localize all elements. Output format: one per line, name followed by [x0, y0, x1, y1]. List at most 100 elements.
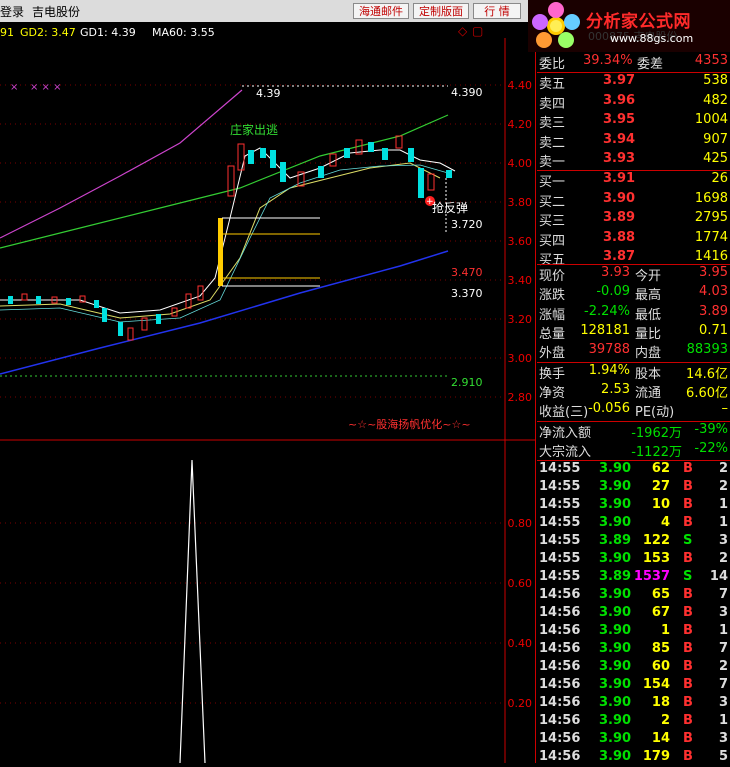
stat-value: 39788 [588, 342, 630, 358]
kline-chart[interactable]: × × × × + [0, 38, 535, 763]
tick-count: 1 [718, 623, 728, 638]
buy-price: 3.91 [603, 171, 636, 186]
high-price-label: 4.39 [256, 87, 281, 100]
market-button[interactable]: 行 情 [473, 3, 521, 19]
sell-price: 3.97 [603, 73, 636, 88]
tick-price: 3.90 [599, 551, 632, 566]
tick-count: 7 [718, 587, 728, 602]
mail-button[interactable]: 海通邮件 [353, 3, 409, 19]
tick-side: B [683, 659, 693, 674]
tick-row[interactable]: 14:55 3.89 122 S 3 [537, 533, 730, 551]
tick-count: 1 [718, 497, 728, 512]
gd1-line [0, 89, 243, 239]
tick-time: 14:56 [539, 605, 581, 620]
buy-price: 3.89 [603, 210, 636, 225]
buy-label: 买三 [539, 214, 566, 229]
fund-label: 换手 [539, 367, 566, 382]
sell-row[interactable]: 卖一 3.93 425 [537, 151, 730, 170]
tick-volume: 67 [651, 605, 670, 620]
buy-volume: 1416 [694, 249, 728, 264]
tick-row[interactable]: 14:56 3.90 179 B 5 [537, 749, 730, 767]
diamond-icon[interactable]: ◇ [458, 24, 467, 38]
line-4390-label: 4.390 [451, 86, 483, 99]
sell-price: 3.95 [603, 112, 636, 127]
fund-label: 收益(三) [539, 405, 589, 420]
buy-row[interactable]: 买三 3.89 2795 [537, 210, 730, 229]
tick-side: B [683, 677, 693, 692]
sell-price: 3.94 [603, 131, 636, 147]
tick-row[interactable]: 14:56 3.90 65 B 7 [537, 587, 730, 605]
tick-row[interactable]: 14:55 3.90 10 B 1 [537, 497, 730, 515]
tick-time: 14:55 [539, 479, 581, 494]
restore-icon[interactable]: ▢ [472, 24, 483, 38]
stat-label: 总量 [539, 326, 566, 342]
fund-value: 1.94% [588, 363, 630, 378]
sell-row[interactable]: 卖三 3.95 1004 [537, 112, 730, 131]
tick-row[interactable]: 14:55 3.90 4 B 1 [537, 515, 730, 533]
flow-percent: -39% [694, 422, 728, 437]
flow-row: 净流入额 -1962万 -39% [537, 422, 730, 441]
buy-row[interactable]: 买四 3.88 1774 [537, 229, 730, 249]
sell-label: 卖三 [539, 116, 566, 131]
x-markers: × [10, 82, 18, 93]
tick-price: 3.90 [599, 695, 632, 710]
tick-time: 14:56 [539, 749, 581, 764]
tick-price: 3.89 [599, 533, 632, 548]
stat-label: 内盘 [635, 346, 662, 362]
tick-count: 2 [718, 461, 728, 476]
stat-value: 3.89 [699, 303, 728, 319]
stat-row: 外盘 39788 内盘 88393 [537, 342, 730, 362]
tick-row[interactable]: 14:56 3.90 18 B 3 [537, 695, 730, 713]
site-logo: 000875 吉电股份 分析家公式网 www.88gs.com [528, 0, 730, 52]
tick-side: B [683, 713, 693, 728]
stat-value: 3.95 [699, 265, 728, 280]
tick-row[interactable]: 14:56 3.90 2 B 1 [537, 713, 730, 731]
tick-volume: 65 [651, 587, 670, 602]
fund-value: – [721, 401, 729, 416]
login-link[interactable]: 登录 [0, 3, 24, 20]
tick-row[interactable]: 14:55 3.90 153 B 2 [537, 551, 730, 569]
sell-label: 卖五 [539, 77, 566, 92]
tick-row[interactable]: 14:55 3.89 1537 S 14 [537, 569, 730, 587]
fund-label: 流通 [635, 386, 662, 401]
buy-price: 3.90 [603, 190, 636, 206]
panel-separator [535, 52, 536, 763]
tick-price: 3.90 [599, 713, 632, 728]
fund-row: 收益(三) -0.056 PE(动) – [537, 401, 730, 420]
ma-green-line [0, 114, 449, 249]
tick-row[interactable]: 14:56 3.90 85 B 7 [537, 641, 730, 659]
layout-button[interactable]: 定制版面 [413, 3, 469, 19]
tick-count: 3 [718, 731, 728, 746]
tick-side: B [683, 551, 693, 566]
fund-value: 2.53 [601, 382, 630, 397]
sell-row[interactable]: 卖二 3.94 907 [537, 131, 730, 151]
stat-value: 128181 [580, 322, 630, 338]
tick-time: 14:55 [539, 497, 581, 512]
tick-count: 3 [718, 605, 728, 620]
tick-row[interactable]: 14:55 3.90 62 B 2 [537, 461, 730, 479]
tick-time: 14:56 [539, 641, 581, 656]
tick-volume: 179 [642, 749, 670, 764]
tick-price: 3.90 [599, 659, 632, 674]
buy-row[interactable]: 买一 3.91 26 [537, 171, 730, 190]
tick-price: 3.90 [599, 587, 632, 602]
tick-row[interactable]: 14:56 3.90 14 B 3 [537, 731, 730, 749]
sell-row[interactable]: 卖四 3.96 482 [537, 93, 730, 112]
buy-row[interactable]: 买二 3.90 1698 [537, 190, 730, 210]
tick-row[interactable]: 14:55 3.90 27 B 2 [537, 479, 730, 497]
stat-value: -0.09 [596, 284, 630, 300]
escape-signal: 庄家出逃 [230, 123, 279, 137]
tick-row[interactable]: 14:56 3.90 60 B 2 [537, 659, 730, 677]
flow-row: 大宗流入 -1122万 -22% [537, 441, 730, 460]
tick-price: 3.90 [599, 641, 632, 656]
ma60-line [0, 250, 449, 375]
tick-row[interactable]: 14:56 3.90 1 B 1 [537, 623, 730, 641]
tick-time: 14:55 [539, 461, 581, 476]
stat-label: 最高 [635, 288, 662, 304]
tick-row[interactable]: 14:56 3.90 154 B 7 [537, 677, 730, 695]
sell-row[interactable]: 卖五 3.97 538 [537, 73, 730, 92]
tick-volume: 27 [651, 479, 670, 494]
tick-row[interactable]: 14:56 3.90 67 B 3 [537, 605, 730, 623]
buy-price: 3.88 [603, 229, 636, 245]
stat-value: 3.93 [601, 265, 630, 280]
